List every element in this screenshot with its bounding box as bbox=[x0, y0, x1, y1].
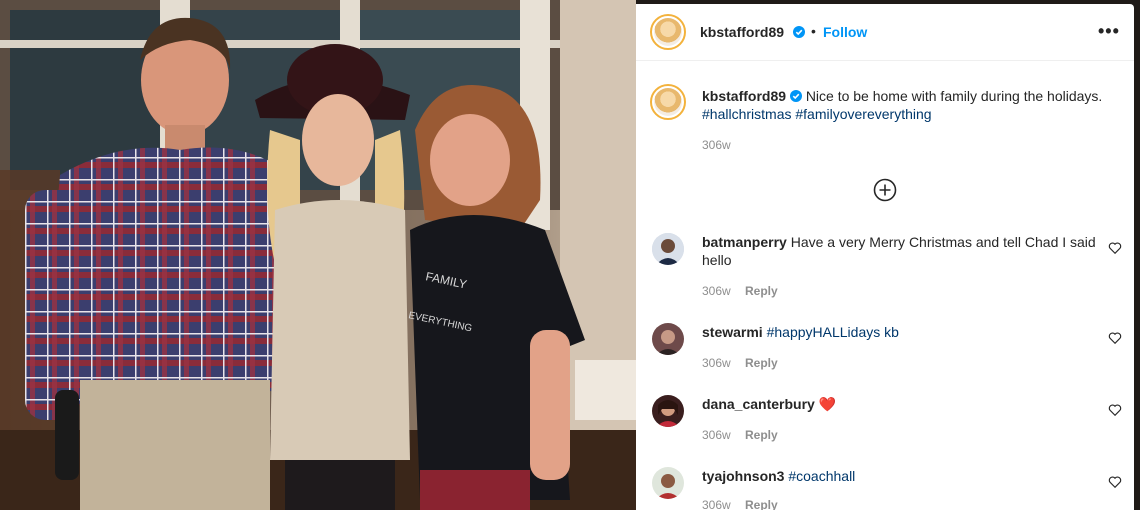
verified-badge-icon bbox=[793, 26, 805, 38]
comment-timestamp[interactable]: 306w bbox=[702, 284, 731, 298]
like-heart-icon[interactable] bbox=[1108, 403, 1122, 417]
comment-body: batmanperry Have a very Merry Christmas … bbox=[702, 233, 1097, 269]
comment-text: ❤️ bbox=[818, 396, 837, 412]
like-heart-icon[interactable] bbox=[1108, 475, 1122, 489]
verified-badge-icon bbox=[789, 90, 802, 102]
caption-avatar[interactable] bbox=[650, 84, 686, 120]
reply-button[interactable]: Reply bbox=[745, 284, 778, 298]
hashtag-link[interactable]: #hallchristmas bbox=[702, 106, 791, 122]
comment-body: stewarmi #happyHALLidays kb bbox=[702, 323, 1097, 341]
comment-avatar[interactable] bbox=[652, 323, 684, 355]
post-caption: kbstafford89 Nice to be home with family… bbox=[702, 87, 1122, 123]
author-username[interactable]: kbstafford89 bbox=[700, 24, 784, 40]
comment-username[interactable]: batmanperry bbox=[702, 234, 787, 250]
separator-dot: • bbox=[811, 23, 816, 39]
comment-avatar[interactable] bbox=[652, 467, 684, 499]
comment-avatar[interactable] bbox=[652, 233, 684, 265]
load-more-comments-icon[interactable] bbox=[873, 178, 897, 202]
post-photo[interactable]: FAMILY EVERYTHING bbox=[0, 0, 636, 510]
comment-body: tyajohnson3 #coachhall bbox=[702, 467, 1097, 485]
author-avatar[interactable] bbox=[650, 14, 686, 50]
comment-avatar[interactable] bbox=[652, 395, 684, 427]
comment-timestamp[interactable]: 306w bbox=[702, 428, 731, 442]
like-heart-icon[interactable] bbox=[1108, 331, 1122, 345]
comment-username[interactable]: dana_canterbury bbox=[702, 396, 815, 412]
caption-text: Nice to be home with family during the h… bbox=[805, 88, 1103, 104]
caption-username[interactable]: kbstafford89 bbox=[702, 88, 786, 104]
caption-timestamp[interactable]: 306w bbox=[702, 138, 731, 152]
comment-username[interactable]: stewarmi bbox=[702, 324, 763, 340]
comment-timestamp[interactable]: 306w bbox=[702, 356, 731, 370]
hashtag-link[interactable]: #familyovereverything bbox=[795, 106, 931, 122]
reply-button[interactable]: Reply bbox=[745, 498, 778, 510]
post-side-panel: kbstafford89 • Follow ••• kbstafford89 N… bbox=[636, 4, 1134, 510]
comment-text[interactable]: #coachhall bbox=[788, 468, 855, 484]
more-options-icon[interactable]: ••• bbox=[1098, 21, 1120, 42]
like-heart-icon[interactable] bbox=[1108, 241, 1122, 255]
comment-text[interactable]: #happyHALLidays kb bbox=[767, 324, 899, 340]
comment-body: dana_canterbury ❤️ bbox=[702, 395, 1097, 413]
follow-button[interactable]: Follow bbox=[823, 24, 867, 40]
comment-timestamp[interactable]: 306w bbox=[702, 498, 731, 510]
reply-button[interactable]: Reply bbox=[745, 356, 778, 370]
family-photo: FAMILY EVERYTHING bbox=[0, 0, 636, 510]
post-header: kbstafford89 • Follow ••• bbox=[636, 4, 1134, 61]
comment-username[interactable]: tyajohnson3 bbox=[702, 468, 784, 484]
reply-button[interactable]: Reply bbox=[745, 428, 778, 442]
